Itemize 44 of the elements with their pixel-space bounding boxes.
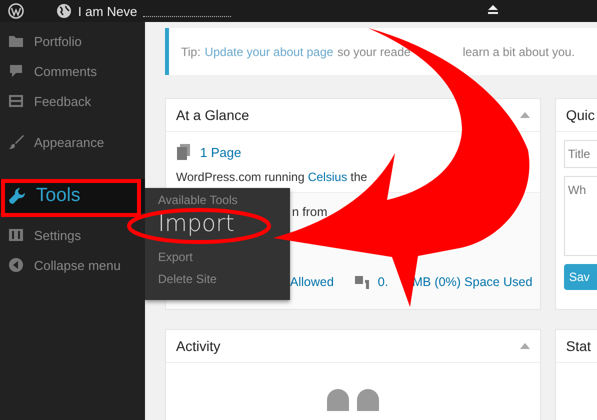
pages-icon	[176, 144, 192, 160]
content-field[interactable]: Wh	[564, 176, 597, 256]
submenu-item[interactable]: Export	[158, 246, 193, 268]
avatar-icon	[327, 389, 349, 411]
collapse-icon	[8, 257, 24, 273]
theme-info-text: WordPress.com running Celsius the	[176, 170, 368, 184]
sidebar-item[interactable]: Appearance	[0, 127, 145, 157]
eject-icon[interactable]	[488, 5, 498, 14]
space-used-text: 0.	[378, 275, 388, 289]
avatar-icon	[357, 389, 379, 411]
import-text: n from	[292, 205, 328, 219]
tip-label: Tip:	[181, 44, 201, 58]
speech-bubble-icon	[8, 64, 24, 78]
sidebar-item[interactable]: Feedback	[0, 86, 145, 116]
save-button[interactable]: Sav	[564, 264, 597, 290]
folder-icon	[8, 34, 24, 48]
form-icon	[8, 94, 24, 108]
tip-text: learn a bit about you.	[462, 44, 575, 58]
submenu-item[interactable]: Delete Site	[158, 268, 217, 290]
collapse-toggle-icon[interactable]	[520, 343, 530, 349]
pages-link[interactable]: 1 Page	[200, 144, 242, 160]
sidebar-item[interactable]: Portfolio	[0, 26, 145, 56]
panel-title: At a Glance	[176, 107, 250, 123]
sidebar-item[interactable]: Comments	[0, 56, 145, 86]
panel-title: Stat	[566, 338, 591, 354]
sidebar-item[interactable]: Settings	[0, 220, 145, 250]
about-page-link[interactable]: Update your about page	[204, 44, 334, 58]
site-name[interactable]: I am Neve	[78, 4, 138, 18]
submenu-item[interactable]: Available Tools	[158, 190, 238, 210]
panel-title: Activity	[176, 338, 220, 354]
sidebar-item[interactable]: Collapse menu	[0, 250, 145, 280]
wrench-icon	[8, 187, 26, 205]
sliders-icon	[8, 228, 24, 242]
collapse-toggle-icon[interactable]	[520, 112, 530, 118]
theme-link[interactable]: Celsius	[308, 170, 348, 184]
panel-title: Quic	[566, 107, 595, 123]
submenu-item[interactable]: Import	[158, 210, 234, 238]
tip-text: so your reade	[337, 44, 411, 58]
title-field[interactable]: Title	[564, 140, 597, 168]
brush-icon	[8, 135, 24, 149]
wordpress-logo[interactable]	[8, 3, 24, 19]
uploads-text: Allowed	[290, 275, 334, 289]
globe-icon[interactable]	[56, 3, 72, 19]
storage-icon	[354, 274, 370, 290]
